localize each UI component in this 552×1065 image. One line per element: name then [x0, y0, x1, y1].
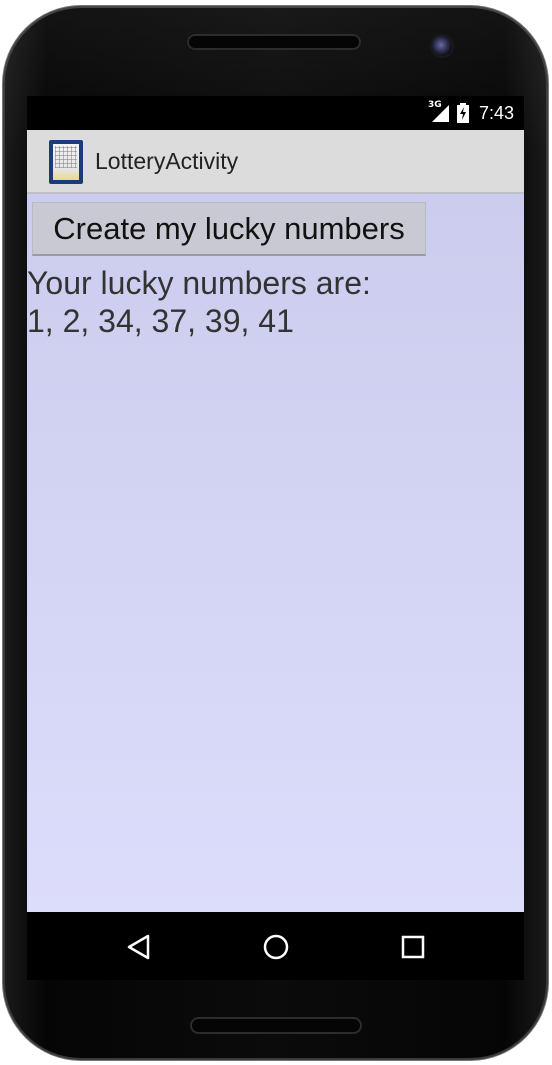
bottom-speaker	[190, 1017, 362, 1034]
main-content: Create my lucky numbers Your lucky numbe…	[27, 194, 524, 912]
action-bar: LotteryActivity	[27, 130, 524, 194]
app-title: LotteryActivity	[95, 148, 239, 174]
lucky-numbers-text: 1, 2, 34, 37, 39, 41	[27, 303, 294, 339]
result-heading: Your lucky numbers are:	[27, 265, 371, 301]
home-icon[interactable]	[259, 930, 293, 964]
back-icon[interactable]	[122, 930, 156, 964]
front-camera	[432, 36, 452, 56]
navigation-bar	[27, 912, 524, 980]
signal-icon: 3G	[427, 100, 451, 123]
recents-icon[interactable]	[396, 930, 430, 964]
clock: 7:43	[478, 102, 514, 123]
status-icons: 3G 7:43	[427, 100, 514, 124]
screen: 3G 7:43 LotteryActivity Create my lucky …	[27, 96, 524, 980]
earpiece-speaker	[187, 34, 361, 50]
create-lucky-numbers-button[interactable]: Create my lucky numbers	[32, 202, 426, 256]
lottery-ticket-icon	[49, 140, 83, 184]
network-type-label: 3G	[427, 100, 442, 110]
status-bar: 3G 7:43	[27, 96, 524, 130]
battery-charging-icon	[456, 103, 469, 123]
